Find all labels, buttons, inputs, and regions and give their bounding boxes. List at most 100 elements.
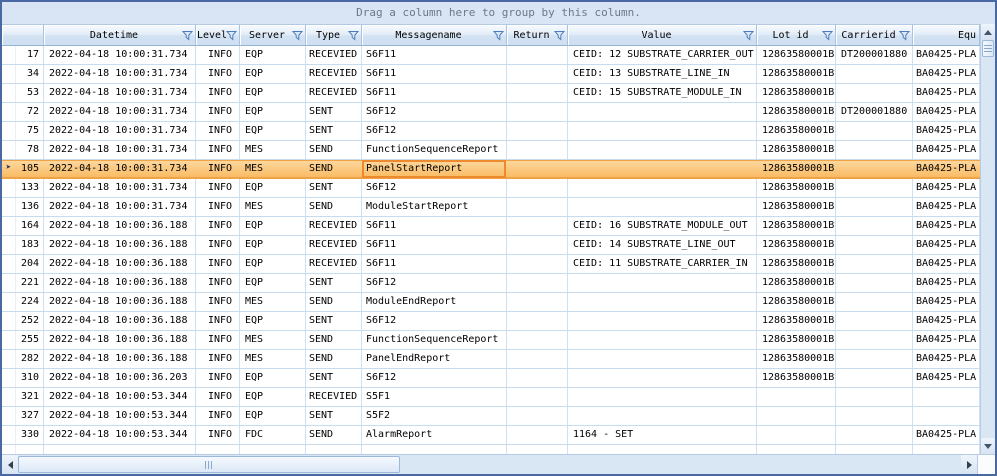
table-row[interactable]: 164 2022-04-18 10:00:36.188 INFO EQP REC…: [2, 217, 980, 236]
cell-datetime[interactable]: 2022-04-18 10:00:53.344: [44, 388, 196, 406]
table-row[interactable]: 224 2022-04-18 10:00:36.188 INFO MES SEN…: [2, 293, 980, 312]
cell-level[interactable]: INFO: [196, 274, 240, 292]
cell-level[interactable]: INFO: [196, 198, 240, 216]
cell-lotid[interactable]: 12863580001B: [757, 217, 836, 235]
cell-lotid[interactable]: 12863580001B: [757, 179, 836, 197]
cell-equipmentid[interactable]: BA0425-PLA: [913, 236, 980, 254]
horizontal-scrollbar[interactable]: [2, 454, 995, 474]
cell-server[interactable]: EQP: [240, 255, 306, 273]
cell-lotid[interactable]: 12863580001B: [757, 103, 836, 121]
filter-funnel-icon[interactable]: [292, 30, 303, 41]
cell-equipmentid[interactable]: BA0425-PLA: [913, 331, 980, 349]
cell-value[interactable]: [568, 274, 757, 292]
cell-equipmentid[interactable]: BA0425-PLA: [913, 84, 980, 102]
cell-return[interactable]: [507, 274, 568, 292]
cell-server[interactable]: MES: [240, 331, 306, 349]
cell-equipmentid[interactable]: [913, 445, 980, 454]
cell-messagename[interactable]: S6F11: [362, 46, 507, 64]
vertical-scrollbar[interactable]: [980, 24, 995, 454]
cell-server[interactable]: EQP: [240, 407, 306, 425]
table-row[interactable]: 327 2022-04-18 10:00:53.344 INFO EQP SEN…: [2, 407, 980, 426]
cell-carrierid[interactable]: [836, 293, 913, 311]
cell-type[interactable]: SENT: [306, 179, 362, 197]
cell-type[interactable]: RECEVIED: [306, 217, 362, 235]
table-row[interactable]: 252 2022-04-18 10:00:36.188 INFO EQP SEN…: [2, 312, 980, 331]
filter-funnel-icon[interactable]: [226, 30, 237, 41]
row-indicator-cell[interactable]: 53: [2, 84, 44, 102]
row-indicator-cell[interactable]: 310: [2, 369, 44, 387]
cell-carrierid[interactable]: [836, 198, 913, 216]
cell-datetime[interactable]: 2022-04-18 10:00:31.734: [44, 179, 196, 197]
cell-server[interactable]: EQP: [240, 122, 306, 140]
cell-type[interactable]: [306, 445, 362, 454]
cell-lotid[interactable]: [757, 388, 836, 406]
row-indicator-cell[interactable]: 321: [2, 388, 44, 406]
cell-server[interactable]: EQP: [240, 103, 306, 121]
table-row[interactable]: 72 2022-04-18 10:00:31.734 INFO EQP SENT…: [2, 103, 980, 122]
cell-type[interactable]: SEND: [306, 293, 362, 311]
cell-value[interactable]: [568, 312, 757, 330]
cell-type[interactable]: RECEVIED: [306, 255, 362, 273]
cell-carrierid[interactable]: [836, 388, 913, 406]
row-indicator-cell[interactable]: 136: [2, 198, 44, 216]
cell-datetime[interactable]: 2022-04-18 10:00:36.188: [44, 312, 196, 330]
cell-messagename[interactable]: S6F12: [362, 369, 507, 387]
cell-messagename[interactable]: S6F11: [362, 65, 507, 83]
cell-datetime[interactable]: 2022-04-18 10:00:36.188: [44, 293, 196, 311]
cell-carrierid[interactable]: [836, 350, 913, 368]
cell-type[interactable]: SENT: [306, 274, 362, 292]
column-header-level[interactable]: Level: [196, 25, 240, 45]
cell-server[interactable]: FDC: [240, 426, 306, 444]
cell-return[interactable]: [507, 84, 568, 102]
cell-value[interactable]: [568, 331, 757, 349]
cell-type[interactable]: RECEVIED: [306, 388, 362, 406]
cell-equipmentid[interactable]: BA0425-PLA: [913, 179, 980, 197]
cell-lotid[interactable]: 12863580001B: [757, 122, 836, 140]
cell-equipmentid[interactable]: BA0425-PLA: [913, 350, 980, 368]
table-row[interactable]: 282 2022-04-18 10:00:36.188 INFO MES SEN…: [2, 350, 980, 369]
cell-type[interactable]: SEND: [306, 350, 362, 368]
cell-type[interactable]: SENT: [306, 407, 362, 425]
table-row[interactable]: 255 2022-04-18 10:00:36.188 INFO MES SEN…: [2, 331, 980, 350]
cell-level[interactable]: INFO: [196, 350, 240, 368]
cell-type[interactable]: RECEVIED: [306, 65, 362, 83]
cell-return[interactable]: [507, 407, 568, 425]
cell-datetime[interactable]: 2022-04-18 10:00:31.734: [44, 103, 196, 121]
cell-messagename[interactable]: S6F11: [362, 84, 507, 102]
column-header-message[interactable]: Messagename: [362, 25, 507, 45]
cell-messagename[interactable]: S6F11: [362, 255, 507, 273]
cell-server[interactable]: EQP: [240, 312, 306, 330]
cell-carrierid[interactable]: [836, 274, 913, 292]
cell-datetime[interactable]: 2022-04-18 10:00:31.734: [44, 198, 196, 216]
row-indicator-cell[interactable]: 221: [2, 274, 44, 292]
table-row[interactable]: 17 2022-04-18 10:00:31.734 INFO EQP RECE…: [2, 46, 980, 65]
filter-funnel-icon[interactable]: [493, 30, 504, 41]
table-row[interactable]: [2, 445, 980, 454]
column-header-return[interactable]: Return: [507, 25, 568, 45]
cell-value[interactable]: [568, 388, 757, 406]
cell-level[interactable]: INFO: [196, 407, 240, 425]
filter-funnel-icon[interactable]: [899, 30, 910, 41]
row-indicator-cell[interactable]: 224: [2, 293, 44, 311]
cell-return[interactable]: [507, 293, 568, 311]
cell-carrierid[interactable]: [836, 160, 913, 178]
cell-messagename[interactable]: FunctionSequenceReport: [362, 331, 507, 349]
cell-type[interactable]: SENT: [306, 122, 362, 140]
cell-datetime[interactable]: 2022-04-18 10:00:36.188: [44, 217, 196, 235]
cell-return[interactable]: [507, 141, 568, 159]
cell-server[interactable]: [240, 445, 306, 454]
cell-value[interactable]: CEID: 16 SUBSTRATE_MODULE_OUT: [568, 217, 757, 235]
cell-carrierid[interactable]: [836, 141, 913, 159]
cell-return[interactable]: [507, 103, 568, 121]
group-by-panel[interactable]: Drag a column here to group by this colu…: [2, 2, 995, 24]
scroll-right-button[interactable]: [961, 455, 977, 474]
cell-lotid[interactable]: 12863580001B: [757, 84, 836, 102]
cell-server[interactable]: EQP: [240, 65, 306, 83]
cell-lotid[interactable]: 12863580001B: [757, 46, 836, 64]
cell-equipmentid[interactable]: BA0425-PLA: [913, 103, 980, 121]
cell-equipmentid[interactable]: BA0425-PLA: [913, 274, 980, 292]
table-row[interactable]: 53 2022-04-18 10:00:31.734 INFO EQP RECE…: [2, 84, 980, 103]
cell-lotid[interactable]: 12863580001B: [757, 350, 836, 368]
row-indicator-cell[interactable]: 75: [2, 122, 44, 140]
cell-return[interactable]: [507, 255, 568, 273]
